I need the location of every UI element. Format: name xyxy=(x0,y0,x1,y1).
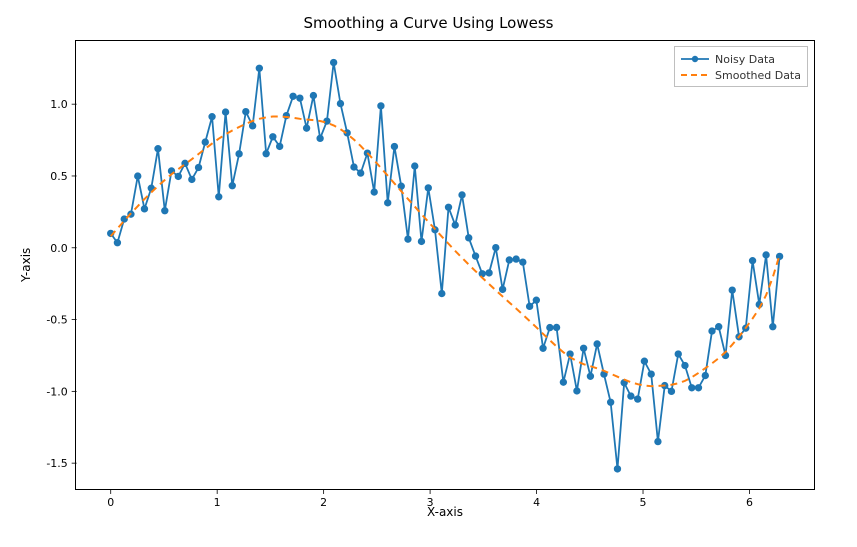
svg-text:-1.5: -1.5 xyxy=(46,457,67,470)
legend-label-smoothed: Smoothed Data xyxy=(715,69,801,82)
legend-swatch-noisy xyxy=(681,52,709,66)
legend-label-noisy: Noisy Data xyxy=(715,53,775,66)
legend: Noisy Data Smoothed Data xyxy=(674,46,808,87)
plot-area: 0123456-1.5-1.0-0.50.00.51.0 Noisy Data … xyxy=(75,40,815,490)
svg-text:-1.0: -1.0 xyxy=(46,385,67,398)
svg-text:0.5: 0.5 xyxy=(50,170,67,183)
chart-svg: 0123456-1.5-1.0-0.50.00.51.0 xyxy=(76,41,814,489)
svg-text:0.0: 0.0 xyxy=(50,242,67,255)
x-axis-label: X-axis xyxy=(75,505,815,519)
svg-text:1.0: 1.0 xyxy=(50,98,67,111)
svg-text:-0.5: -0.5 xyxy=(46,314,67,327)
legend-item-noisy: Noisy Data xyxy=(681,51,801,67)
legend-item-smoothed: Smoothed Data xyxy=(681,67,801,83)
figure: Smoothing a Curve Using Lowess 0123456-1… xyxy=(0,0,857,547)
chart-title: Smoothing a Curve Using Lowess xyxy=(0,14,857,32)
legend-swatch-smoothed xyxy=(681,68,709,82)
y-axis-label: Y-axis xyxy=(18,40,34,490)
